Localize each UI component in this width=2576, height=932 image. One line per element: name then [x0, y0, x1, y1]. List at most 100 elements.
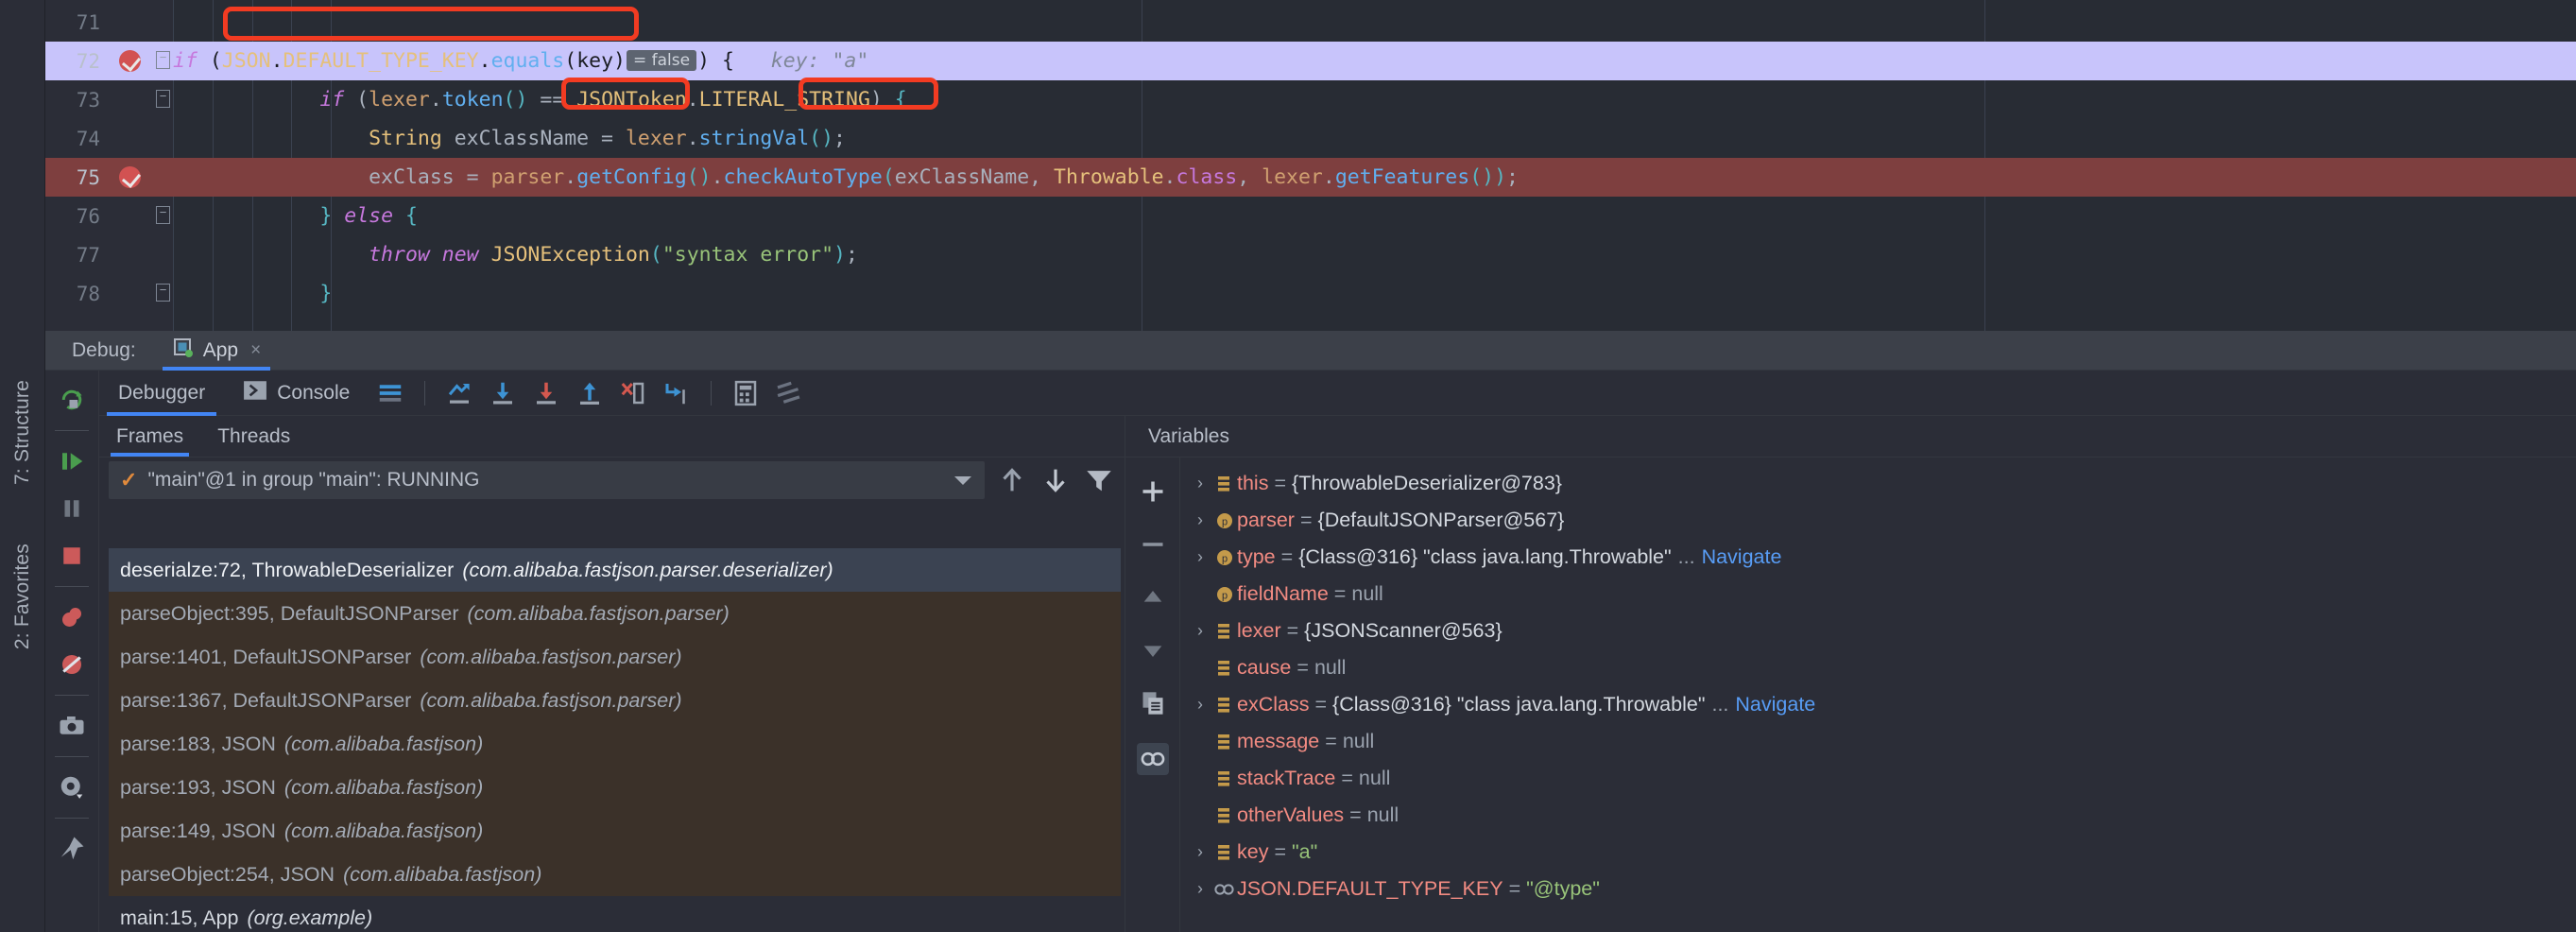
code-line[interactable]: 77 throw new JSONException("syntax error…: [45, 235, 2576, 274]
breakpoint-gutter-cell[interactable]: [113, 42, 153, 80]
inline-value-hint[interactable]: = false: [627, 50, 696, 71]
chevron-right-icon[interactable]: ›: [1188, 842, 1212, 862]
frame-list-item[interactable]: parse:193, JSON(com.alibaba.fastjson): [109, 766, 1121, 809]
breakpoint-icon[interactable]: [119, 166, 141, 188]
stop-icon[interactable]: [58, 542, 86, 570]
code-text[interactable]: } else {: [173, 204, 418, 228]
fold-collapse-icon[interactable]: −: [156, 284, 170, 302]
frame-list-item[interactable]: parseObject:395, DefaultJSONParser(com.a…: [109, 592, 1121, 635]
chevron-down-icon[interactable]: [954, 476, 971, 485]
frame-list-item[interactable]: deserialze:72, ThrowableDeserializer(com…: [109, 548, 1121, 592]
variable-row[interactable]: message=null: [1180, 723, 2576, 760]
tab-debugger[interactable]: Debugger: [99, 371, 224, 416]
fold-gutter-cell[interactable]: −: [153, 274, 173, 313]
add-icon[interactable]: [1140, 478, 1166, 505]
mute-breakpoints-toolbar-icon[interactable]: [775, 379, 803, 407]
mute-breakpoints-icon[interactable]: [58, 650, 86, 679]
view-breakpoints-icon[interactable]: [58, 603, 86, 631]
code-editor[interactable]: 7172−if (JSON.DEFAULT_TYPE_KEY.equals(ke…: [45, 0, 2576, 331]
copy-icon[interactable]: [1140, 690, 1166, 716]
breakpoint-gutter-cell[interactable]: [113, 235, 153, 274]
frames-list[interactable]: deserialze:72, ThrowableDeserializer(com…: [109, 548, 1121, 932]
code-text[interactable]: if (JSON.DEFAULT_TYPE_KEY.equals(key)= f…: [173, 49, 868, 73]
code-line[interactable]: 74 String exClassName = lexer.stringVal(…: [45, 119, 2576, 158]
move-up-icon[interactable]: [1140, 584, 1166, 611]
fold-gutter-cell[interactable]: [153, 158, 173, 197]
navigate-link[interactable]: Navigate: [1735, 693, 1815, 716]
code-text[interactable]: throw new JSONException("syntax error");: [173, 243, 858, 267]
code-line[interactable]: 73− if (lexer.token() == JSONToken.LITER…: [45, 80, 2576, 119]
arrow-up-icon[interactable]: [996, 464, 1028, 496]
code-text[interactable]: exClass = parser.getConfig().checkAutoTy…: [173, 165, 1519, 189]
frame-list-item[interactable]: parse:1367, DefaultJSONParser(com.alibab…: [109, 679, 1121, 722]
move-down-icon[interactable]: [1140, 637, 1166, 664]
chevron-right-icon[interactable]: ›: [1188, 879, 1212, 899]
fold-gutter-cell[interactable]: [153, 235, 173, 274]
drop-frame-icon[interactable]: [619, 379, 647, 407]
breakpoint-gutter-cell[interactable]: [113, 3, 153, 42]
variable-row[interactable]: ›exClass={Class@316} "class java.lang.Th…: [1180, 686, 2576, 723]
frame-list-item[interactable]: main:15, App(org.example): [109, 896, 1121, 932]
run-to-cursor-icon[interactable]: [662, 379, 691, 407]
breakpoint-gutter-cell[interactable]: [113, 119, 153, 158]
breakpoint-gutter-cell[interactable]: [113, 158, 153, 197]
favorites-tool-button[interactable]: 2: Favorites: [11, 542, 34, 651]
code-line[interactable]: 75 exClass = parser.getConfig().checkAut…: [45, 158, 2576, 197]
pause-program-icon[interactable]: [58, 494, 86, 523]
layout-settings-icon[interactable]: [376, 379, 404, 407]
frame-list-item[interactable]: parse:183, JSON(com.alibaba.fastjson): [109, 722, 1121, 766]
chevron-right-icon[interactable]: ›: [1188, 547, 1212, 567]
code-text[interactable]: String exClassName = lexer.stringVal();: [173, 127, 846, 150]
variables-list[interactable]: ›this={ThrowableDeserializer@783}›pparse…: [1180, 457, 2576, 932]
code-line[interactable]: 71: [45, 3, 2576, 42]
breakpoint-gutter-cell[interactable]: [113, 80, 153, 119]
frame-list-item[interactable]: parseObject:254, JSON(com.alibaba.fastjs…: [109, 853, 1121, 896]
fold-gutter-cell[interactable]: −: [153, 42, 173, 80]
variable-row[interactable]: ›JSON.DEFAULT_TYPE_KEY="@type": [1180, 871, 2576, 907]
variable-row[interactable]: pfieldName=null: [1180, 576, 2576, 613]
fold-gutter-cell[interactable]: [153, 3, 173, 42]
breakpoint-gutter-cell[interactable]: [113, 197, 153, 235]
thread-selector[interactable]: ✓ "main"@1 in group "main": RUNNING: [109, 461, 985, 499]
pin-icon[interactable]: [58, 835, 86, 863]
step-over-icon[interactable]: [489, 379, 517, 407]
frame-list-item[interactable]: parse:1401, DefaultJSONParser(com.alibab…: [109, 635, 1121, 679]
rerun-icon[interactable]: [58, 386, 86, 414]
variable-row[interactable]: ›lexer={JSONScanner@563}: [1180, 613, 2576, 649]
watches-icon[interactable]: [1137, 743, 1169, 775]
frame-list-item[interactable]: parse:149, JSON(com.alibaba.fastjson): [109, 809, 1121, 853]
show-execution-point-icon[interactable]: [445, 379, 473, 407]
code-line[interactable]: 72−if (JSON.DEFAULT_TYPE_KEY.equals(key)…: [45, 42, 2576, 80]
variable-row[interactable]: otherValues=null: [1180, 797, 2576, 834]
code-text[interactable]: }: [173, 282, 332, 305]
breakpoint-gutter-cell[interactable]: [113, 274, 153, 313]
resume-program-icon[interactable]: [58, 447, 86, 475]
fold-gutter-cell[interactable]: −: [153, 197, 173, 235]
chevron-right-icon[interactable]: ›: [1188, 474, 1212, 493]
fold-gutter-cell[interactable]: −: [153, 80, 173, 119]
variable-row[interactable]: cause=null: [1180, 649, 2576, 686]
structure-tool-button[interactable]: 7: Structure: [11, 378, 34, 487]
chevron-right-icon[interactable]: ›: [1188, 695, 1212, 715]
tab-console[interactable]: Console: [224, 371, 369, 416]
chevron-right-icon[interactable]: ›: [1188, 621, 1212, 641]
step-into-icon[interactable]: [532, 379, 560, 407]
chevron-right-icon[interactable]: ›: [1188, 510, 1212, 530]
code-text[interactable]: if (lexer.token() == JSONToken.LITERAL_S…: [173, 88, 907, 112]
code-line[interactable]: 78− }: [45, 274, 2576, 313]
remove-icon[interactable]: [1140, 531, 1166, 558]
variable-row[interactable]: stackTrace=null: [1180, 760, 2576, 797]
filter-icon[interactable]: [1083, 464, 1115, 496]
navigate-link[interactable]: Navigate: [1702, 545, 1782, 569]
variable-row[interactable]: ›key="a": [1180, 834, 2576, 871]
evaluate-expression-icon[interactable]: [731, 379, 760, 407]
variable-row[interactable]: ›this={ThrowableDeserializer@783}: [1180, 465, 2576, 502]
fold-collapse-icon[interactable]: −: [156, 51, 170, 69]
arrow-down-icon[interactable]: [1039, 464, 1072, 496]
breakpoint-icon[interactable]: [119, 50, 141, 72]
tab-frames[interactable]: Frames: [99, 425, 200, 457]
close-icon[interactable]: ×: [250, 340, 261, 361]
fold-collapse-icon[interactable]: −: [156, 90, 170, 108]
camera-icon[interactable]: [58, 712, 86, 740]
tab-threads[interactable]: Threads: [200, 425, 307, 457]
